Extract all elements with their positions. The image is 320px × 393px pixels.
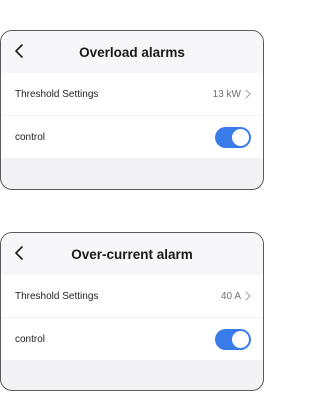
chevron-left-icon xyxy=(15,246,23,260)
control-toggle[interactable] xyxy=(215,328,251,350)
control-row: control xyxy=(1,318,263,360)
panel-header: Overload alarms xyxy=(1,31,263,73)
overload-alarms-panel: Overload alarms Threshold Settings 13 kW… xyxy=(0,30,264,190)
threshold-settings-label: Threshold Settings xyxy=(15,290,99,302)
page: Overload alarms Threshold Settings 13 kW… xyxy=(0,0,265,393)
threshold-value-group[interactable]: 40 A xyxy=(221,291,251,302)
chevron-left-icon xyxy=(15,44,23,58)
toggle-knob xyxy=(232,330,249,348)
back-button[interactable] xyxy=(9,241,29,265)
page-title: Overload alarms xyxy=(79,44,185,60)
chevron-right-icon xyxy=(245,291,251,301)
threshold-settings-row[interactable]: Threshold Settings 40 A xyxy=(1,275,263,317)
chevron-right-icon xyxy=(245,89,251,99)
control-row: control xyxy=(1,116,263,158)
control-label: control xyxy=(15,333,46,345)
threshold-settings-label: Threshold Settings xyxy=(15,88,99,100)
toggle-knob xyxy=(232,128,249,146)
threshold-value-group[interactable]: 13 kW xyxy=(213,89,251,100)
control-label: control xyxy=(15,131,46,143)
threshold-value: 13 kW xyxy=(212,88,241,100)
over-current-alarm-panel: Over-current alarm Threshold Settings 40… xyxy=(0,232,264,391)
threshold-settings-row[interactable]: Threshold Settings 13 kW xyxy=(1,73,263,115)
page-title: Over-current alarm xyxy=(71,246,193,262)
control-toggle[interactable] xyxy=(215,126,251,148)
threshold-value: 40 A xyxy=(220,290,241,302)
panel-header: Over-current alarm xyxy=(1,233,263,275)
back-button[interactable] xyxy=(9,39,29,63)
